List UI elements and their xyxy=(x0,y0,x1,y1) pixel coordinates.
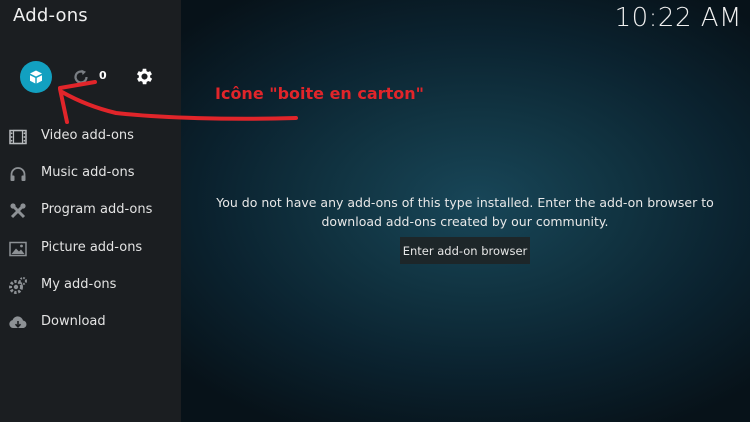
tools-icon xyxy=(8,201,28,221)
sidebar-item-program-addons[interactable]: Program add-ons xyxy=(0,192,181,229)
top-toolbar: 0 xyxy=(0,60,181,94)
page-title: Add-ons xyxy=(13,5,88,26)
picture-icon xyxy=(8,239,28,259)
cloud-download-icon xyxy=(8,313,28,333)
sidebar-item-label: Program add-ons xyxy=(41,202,153,218)
empty-state-message: You do not have any add-ons of this type… xyxy=(216,195,714,229)
sidebar-item-picture-addons[interactable]: Picture add-ons xyxy=(0,230,181,267)
annotation-label: Icône "boite en carton" xyxy=(215,84,424,103)
sidebar-item-label: Download xyxy=(41,313,106,329)
sidebar-item-label: Music add-ons xyxy=(41,165,135,181)
headphones-icon xyxy=(8,164,28,184)
sidebar-item-label: Picture add-ons xyxy=(41,239,143,255)
film-strip-icon xyxy=(8,127,28,147)
sidebar-item-my-addons[interactable]: My add-ons xyxy=(0,267,181,304)
settings-button[interactable] xyxy=(134,66,155,87)
update-count: 0 xyxy=(99,69,107,82)
cardboard-box-icon xyxy=(30,70,42,84)
sidebar-item-music-addons[interactable]: Music add-ons xyxy=(0,155,181,192)
gear-icon xyxy=(136,68,153,85)
gears-icon xyxy=(8,276,28,296)
refresh-icon xyxy=(74,69,88,84)
sidebar-item-label: Video add-ons xyxy=(41,128,134,143)
enter-addon-browser-button[interactable]: Enter add-on browser xyxy=(400,237,530,264)
clock: 10:22 AM xyxy=(614,3,742,33)
sidebar-item-video-addons[interactable]: Video add-ons xyxy=(0,118,181,155)
addon-browser-button[interactable] xyxy=(20,61,52,93)
sidebar-menu: Video add-ons Music add-ons Program add-… xyxy=(0,118,181,341)
sidebar-item-label: My add-ons xyxy=(41,276,117,292)
refresh-button[interactable] xyxy=(71,67,91,87)
sidebar-item-download[interactable]: Download xyxy=(0,304,181,341)
